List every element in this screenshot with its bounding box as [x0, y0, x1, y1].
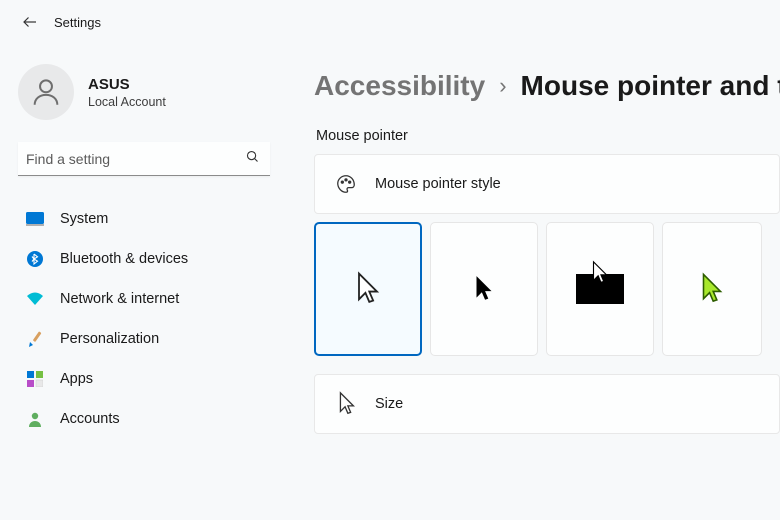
sidebar-item-accounts[interactable]: Accounts	[18, 400, 270, 438]
sidebar: ASUS Local Account System	[0, 44, 288, 520]
sidebar-item-label: Bluetooth & devices	[60, 251, 188, 267]
main-content: Accessibility › Mouse pointer and touch …	[288, 44, 780, 520]
chevron-right-icon: ›	[499, 73, 506, 99]
pointer-style-inverted[interactable]	[546, 222, 654, 356]
cursor-icon	[699, 272, 725, 306]
cursor-icon	[590, 260, 610, 286]
pointer-style-custom[interactable]	[662, 222, 762, 356]
search-input[interactable]	[26, 151, 245, 167]
search-icon	[245, 149, 260, 169]
bluetooth-icon	[26, 250, 44, 268]
sidebar-item-label: System	[60, 211, 108, 227]
wifi-icon	[26, 290, 44, 308]
sidebar-item-label: Network & internet	[60, 291, 179, 307]
sidebar-item-label: Apps	[60, 371, 93, 387]
sidebar-item-network[interactable]: Network & internet	[18, 280, 270, 318]
sidebar-item-apps[interactable]: Apps	[18, 360, 270, 398]
sidebar-item-personalization[interactable]: Personalization	[18, 320, 270, 358]
profile-name: ASUS	[88, 76, 166, 93]
cursor-icon	[473, 274, 495, 304]
palette-icon	[335, 173, 357, 195]
cursor-outline-icon	[335, 393, 357, 415]
profile-subtitle: Local Account	[88, 95, 166, 109]
back-button[interactable]	[20, 12, 40, 32]
sidebar-item-label: Accounts	[60, 411, 120, 427]
paintbrush-icon	[26, 330, 44, 348]
search-box[interactable]	[18, 142, 270, 176]
pointer-style-options	[314, 222, 780, 356]
card-title: Size	[375, 396, 403, 412]
pointer-style-black[interactable]	[430, 222, 538, 356]
breadcrumb-current: Mouse pointer and touch	[521, 70, 780, 102]
nav-list: System Bluetooth & devices Network & int…	[18, 200, 270, 438]
profile-block[interactable]: ASUS Local Account	[18, 58, 270, 142]
person-icon	[26, 410, 44, 428]
sidebar-item-system[interactable]: System	[18, 200, 270, 238]
section-label: Mouse pointer	[316, 128, 780, 144]
avatar	[18, 64, 74, 120]
card-title: Mouse pointer style	[375, 176, 501, 192]
sidebar-item-label: Personalization	[60, 331, 159, 347]
breadcrumb: Accessibility › Mouse pointer and touch	[314, 70, 780, 102]
sidebar-item-bluetooth[interactable]: Bluetooth & devices	[18, 240, 270, 278]
pointer-style-white[interactable]	[314, 222, 422, 356]
monitor-icon	[26, 210, 44, 228]
pointer-size-card[interactable]: Size	[314, 374, 780, 434]
pointer-style-card[interactable]: Mouse pointer style	[314, 154, 780, 214]
app-title: Settings	[54, 15, 101, 30]
breadcrumb-parent[interactable]: Accessibility	[314, 70, 485, 102]
inverted-preview	[576, 274, 624, 304]
apps-icon	[26, 370, 44, 388]
cursor-icon	[354, 271, 382, 307]
